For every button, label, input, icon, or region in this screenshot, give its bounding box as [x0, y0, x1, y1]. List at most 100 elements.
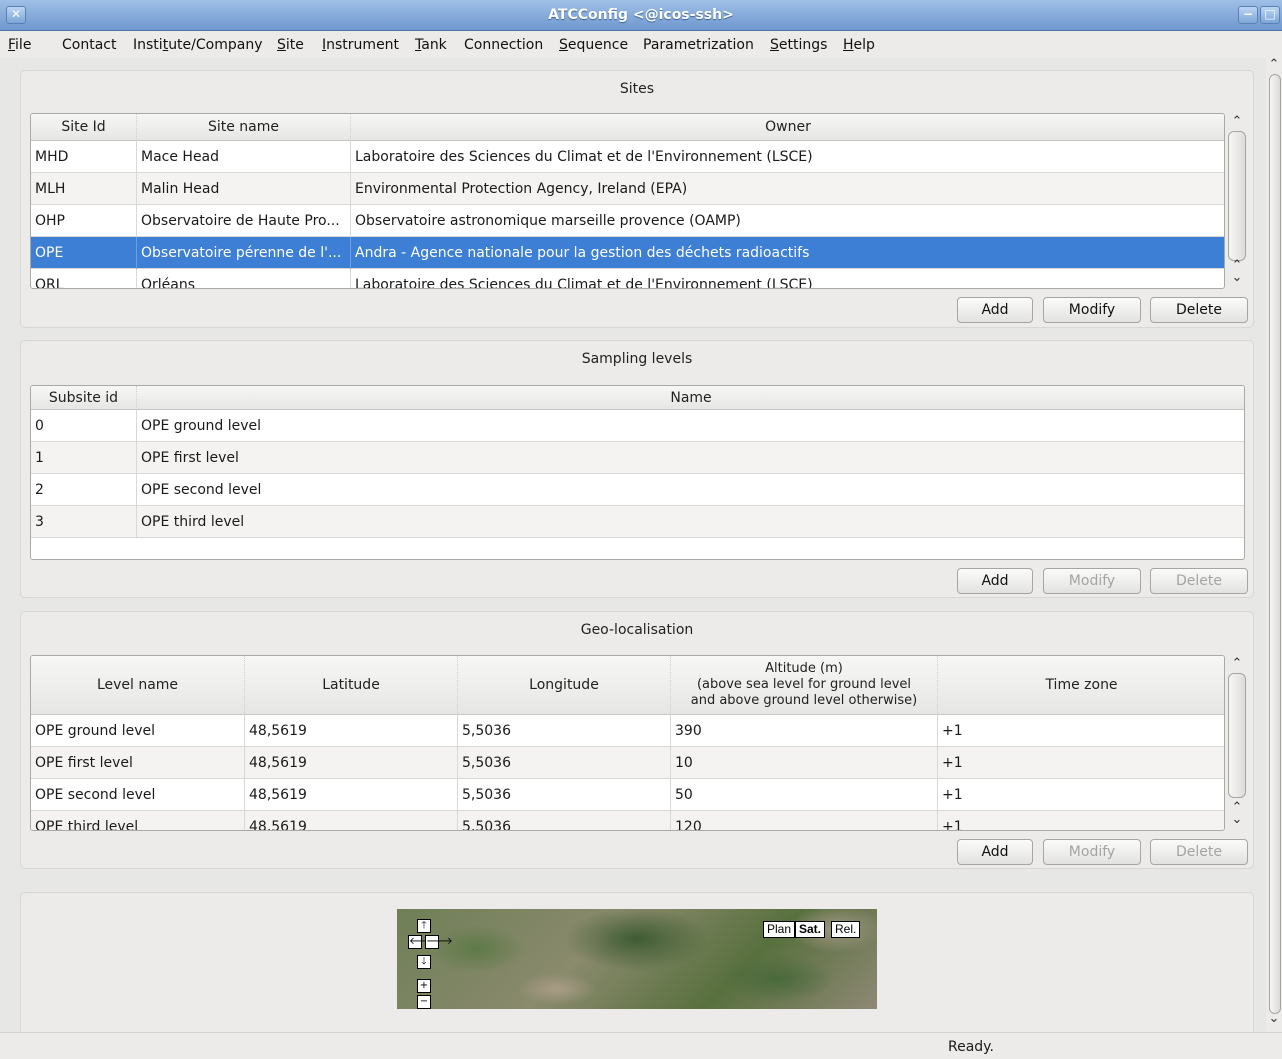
window-title: ATCConfig <@icos-ssh> [548, 7, 734, 23]
scroll-down-icon[interactable]: ⌄ [1226, 813, 1248, 827]
scrollbar-thumb[interactable] [1228, 131, 1246, 261]
geo-localisation-group: Geo-localisation Level name Latitude Lon… [20, 611, 1254, 869]
table-row[interactable]: OPE ground level 48,5619 5,5036 390 +1 [31, 715, 1224, 747]
table-cell: 5,5036 [458, 811, 671, 830]
map-zoom-out-icon[interactable]: − [417, 995, 431, 1009]
menu-institute-company[interactable]: Institute/Company [133, 37, 262, 53]
sites-modify-button[interactable]: Modify [1043, 297, 1141, 323]
table-cell: +1 [938, 715, 1224, 747]
scroll-down-icon[interactable]: ⌄ [1266, 1012, 1282, 1026]
table-cell: Orléans [137, 269, 351, 288]
table-cell: ORL [31, 269, 137, 288]
map-type-plan[interactable]: Plan [763, 921, 796, 938]
main-scrollbar[interactable]: ⌃ ⌄ [1266, 58, 1282, 1032]
geo-modify-button[interactable]: Modify [1043, 839, 1141, 865]
column-header-latitude[interactable]: Latitude [245, 656, 458, 715]
map-pan-right-icon[interactable]: 🡒 [425, 935, 453, 949]
table-cell: MHD [31, 141, 137, 173]
satellite-map[interactable]: 🡑 🡐 🡒 🡓 + − Plan Sat. Rel. [397, 909, 877, 1009]
status-text: Ready. [948, 1039, 994, 1055]
menu-tank[interactable]: Tank [415, 37, 447, 53]
table-row[interactable]: OPE first level 48,5619 5,5036 10 +1 [31, 747, 1224, 779]
sites-delete-button[interactable]: Delete [1150, 297, 1248, 323]
table-cell: Mace Head [137, 141, 351, 173]
column-header-level-name[interactable]: Level name [31, 656, 245, 715]
geo-add-button[interactable]: Add [957, 839, 1033, 865]
title-bar: ✕ ATCConfig <@icos-ssh> − □ [0, 0, 1282, 31]
minimize-window-button[interactable]: − [1238, 6, 1258, 24]
menu-settings[interactable]: Settings [770, 37, 827, 53]
table-row[interactable]: MHD Mace Head Laboratoire des Sciences du … [31, 141, 1224, 173]
column-header-longitude[interactable]: Longitude [458, 656, 671, 715]
maximize-window-button[interactable]: □ [1260, 6, 1280, 24]
table-cell: MLH [31, 173, 137, 205]
table-row[interactable]: ORL Orléans Laboratoire des Sciences du Cl… [31, 269, 1224, 288]
table-cell: Observatoire pérenne de l'... [137, 237, 351, 269]
altitude-header-line-3: and above ground level otherwise) [690, 693, 918, 708]
column-header-owner[interactable]: Owner [351, 114, 1224, 141]
menu-help[interactable]: Help [843, 37, 875, 53]
map-zoom-in-icon[interactable]: + [417, 979, 431, 993]
column-header-name[interactable]: Name [137, 386, 1244, 410]
sites-group: Sites Site Id Site name Owner MHD Mace He… [20, 70, 1254, 328]
main-scrollbar-thumb[interactable] [1269, 74, 1281, 1014]
table-cell: OHP [31, 205, 137, 237]
map-pan-left-icon[interactable]: 🡐 [408, 935, 436, 949]
sampling-table-header: Subsite id Name [31, 386, 1244, 410]
menu-contact[interactable]: Contact [62, 37, 116, 53]
menu-sequence[interactable]: Sequence [559, 37, 628, 53]
menu-connection[interactable]: Connection [464, 37, 543, 53]
sites-table-scrollbar[interactable]: ⌃ ⌃ ⌄ [1226, 113, 1248, 289]
sites-add-button[interactable]: Add [957, 297, 1033, 323]
map-pan-up-icon[interactable]: 🡑 [417, 919, 431, 933]
table-row[interactable]: OHP Observatoire de Haute Pro... Observato… [31, 205, 1224, 237]
scroll-up-icon[interactable]: ⌃ [1226, 657, 1248, 671]
table-row[interactable]: 1 OPE first level [31, 442, 1244, 474]
geo-localisation-table[interactable]: Level name Latitude Longitude Altitude (… [30, 655, 1225, 831]
column-header-site-id[interactable]: Site Id [31, 114, 137, 141]
menu-site[interactable]: Site [277, 37, 304, 53]
scrollbar-thumb[interactable] [1228, 673, 1246, 798]
table-cell: 1 [31, 442, 137, 474]
table-row[interactable]: 0 OPE ground level [31, 410, 1244, 442]
sampling-add-button[interactable]: Add [957, 568, 1033, 594]
table-row[interactable]: OPE third level 48,5619 5,5036 120 +1 [31, 811, 1224, 830]
table-row[interactable]: OPE second level 48,5619 5,5036 50 +1 [31, 779, 1224, 811]
column-header-altitude[interactable]: Altitude (m) (above sea level for ground… [671, 656, 938, 715]
sampling-levels-title: Sampling levels [581, 351, 693, 367]
table-cell: 10 [671, 747, 938, 779]
map-type-relief[interactable]: Rel. [831, 921, 861, 938]
main-content: Sites Site Id Site name Owner MHD Mace He… [8, 58, 1264, 1032]
table-cell: 3 [31, 506, 137, 538]
menu-file[interactable]: File [8, 37, 31, 53]
table-cell: Observatoire de Haute Pro... [137, 205, 351, 237]
column-header-time-zone[interactable]: Time zone [938, 656, 1224, 715]
sampling-modify-button[interactable]: Modify [1043, 568, 1141, 594]
map-pan-down-icon[interactable]: 🡓 [417, 955, 431, 969]
geo-table-header: Level name Latitude Longitude Altitude (… [31, 656, 1224, 715]
geo-delete-button[interactable]: Delete [1150, 839, 1248, 865]
column-header-subsite-id[interactable]: Subsite id [31, 386, 137, 410]
table-row[interactable]: MLH Malin Head Environmental Protection Ag… [31, 173, 1224, 205]
table-cell: Laboratoire des Sciences du Climat et de… [351, 141, 1224, 173]
scroll-up-icon[interactable]: ⌃ [1226, 115, 1248, 129]
table-cell: OPE third level [137, 506, 1244, 538]
table-cell: OPE first level [137, 442, 1244, 474]
menu-instrument[interactable]: Instrument [322, 37, 399, 53]
menu-parametrization[interactable]: Parametrization [643, 37, 754, 53]
sampling-delete-button[interactable]: Delete [1150, 568, 1248, 594]
geo-table-scrollbar[interactable]: ⌃ ⌃ ⌄ [1226, 655, 1248, 831]
table-cell: Observatoire astronomique marseille prov… [351, 205, 1224, 237]
table-row[interactable]: 2 OPE second level [31, 474, 1244, 506]
map-type-satellite[interactable]: Sat. [795, 921, 826, 938]
scroll-up-icon[interactable]: ⌃ [1266, 58, 1282, 72]
status-bar: Ready. [0, 1032, 1282, 1059]
scroll-down-icon[interactable]: ⌄ [1226, 271, 1248, 285]
sites-table[interactable]: Site Id Site name Owner MHD Mace Head Labo… [30, 113, 1225, 289]
sites-group-title: Sites [619, 81, 655, 97]
sampling-levels-table[interactable]: Subsite id Name 0 OPE ground level 1 OPE fi… [30, 385, 1245, 560]
table-cell: OPE [31, 237, 137, 269]
table-row[interactable]: OPE Observatoire pérenne de l'... Andra - … [31, 237, 1224, 269]
table-row[interactable]: 3 OPE third level [31, 506, 1244, 538]
column-header-site-name[interactable]: Site name [137, 114, 351, 141]
